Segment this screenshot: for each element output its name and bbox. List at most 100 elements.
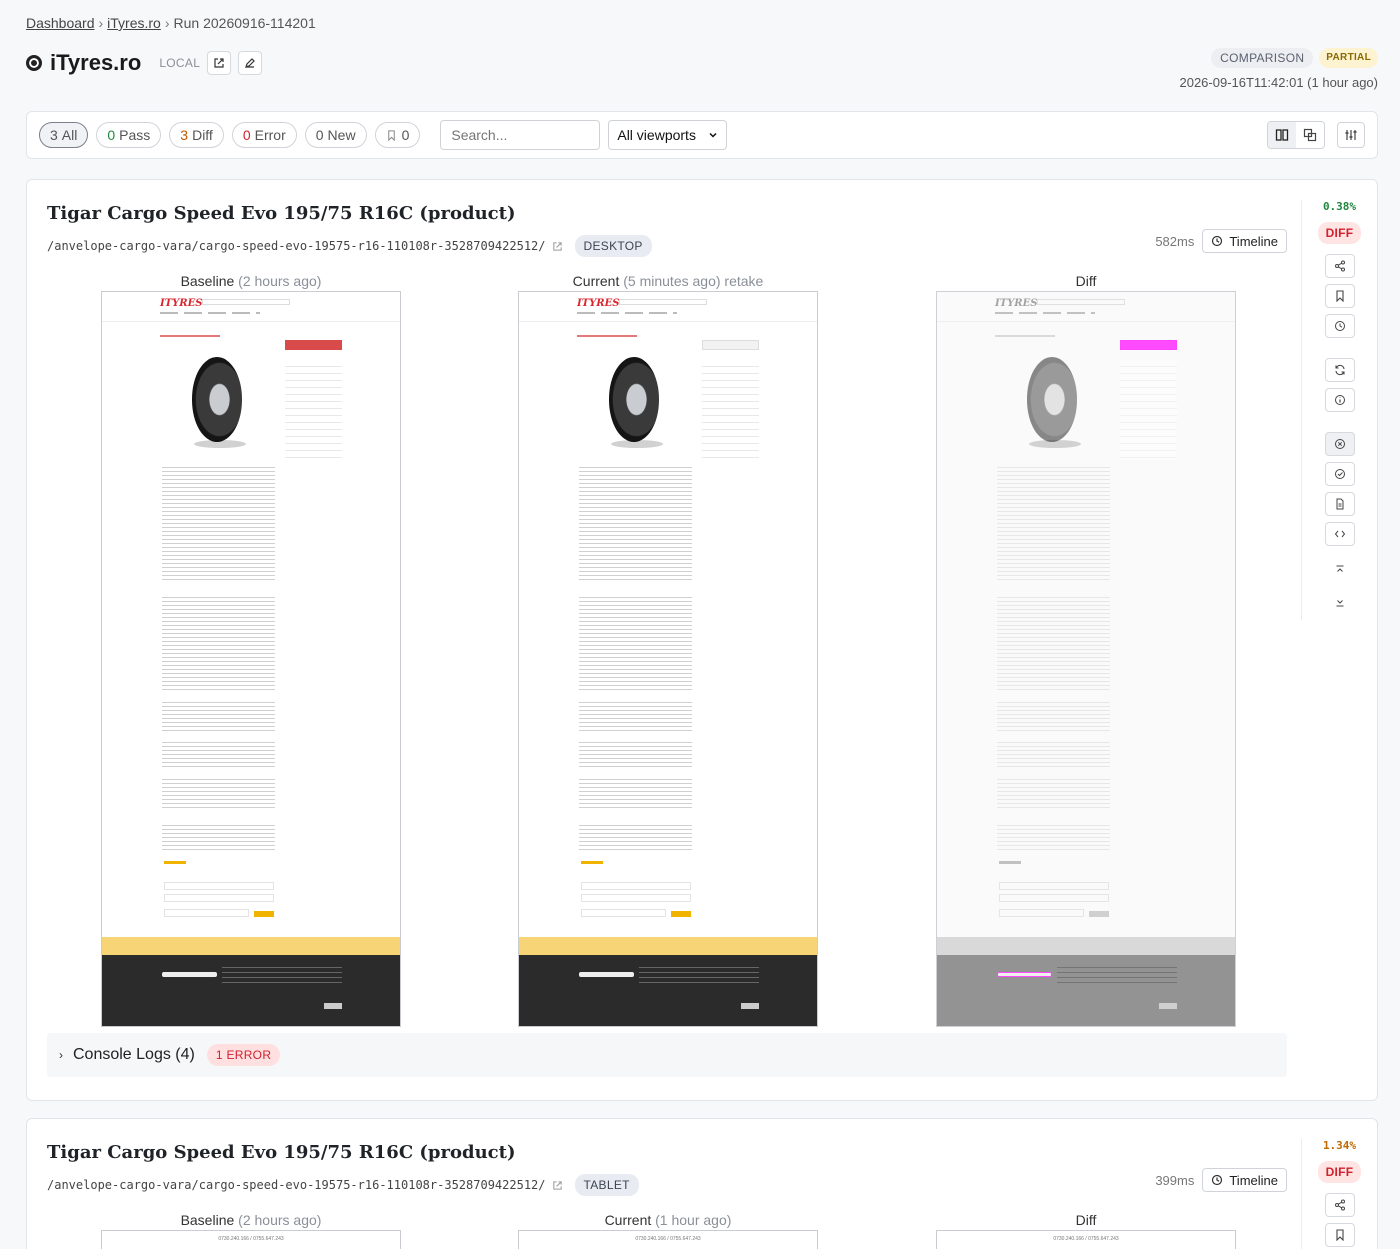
filter-count: 3 xyxy=(50,127,58,143)
info-icon xyxy=(1334,395,1345,405)
mini-tyre-shadow xyxy=(1029,440,1081,448)
mini-tyre-image xyxy=(1027,357,1077,442)
mini-tyre-shadow xyxy=(194,440,246,448)
baseline-screenshot[interactable]: 0730.240.166 / 0755.647.243 xyxy=(101,1230,401,1249)
mini-rating xyxy=(999,861,1021,864)
mini-footer-links xyxy=(1057,967,1177,987)
mini-spec-table xyxy=(702,360,759,460)
mini-add-to-cart xyxy=(1120,340,1177,350)
chevron-right-icon: › xyxy=(59,1048,63,1062)
external-link-icon[interactable] xyxy=(552,1180,563,1191)
diff-screenshot[interactable]: ITYRES xyxy=(936,291,1236,1027)
retake-button[interactable] xyxy=(1324,358,1355,382)
filter-label: Pass xyxy=(119,127,151,143)
viewport-select[interactable]: All viewports xyxy=(608,120,728,150)
breadcrumb-separator: › xyxy=(98,15,104,31)
mini-text-block xyxy=(997,779,1110,809)
duration: 582ms xyxy=(1155,233,1195,249)
edit-site-button[interactable] xyxy=(238,51,263,75)
share-button[interactable] xyxy=(1324,254,1355,278)
scroll-top-button[interactable] xyxy=(1325,558,1355,582)
mini-product-title xyxy=(577,335,637,337)
mini-benefits-bar xyxy=(937,937,1235,955)
filter-new[interactable]: 0 New xyxy=(304,122,367,148)
timeline-button[interactable]: Timeline xyxy=(1202,229,1287,253)
diff-title: Diff xyxy=(1075,273,1097,289)
breadcrumb-site[interactable]: iTyres.ro xyxy=(107,15,161,31)
mini-footer-links xyxy=(222,967,342,987)
mini-submit xyxy=(671,911,691,917)
filter-label: All xyxy=(61,127,78,143)
share-icon xyxy=(1334,1199,1345,1211)
share-button[interactable] xyxy=(1324,1193,1355,1217)
side-by-side-view-button[interactable] xyxy=(1268,122,1296,148)
filter-bookmarked[interactable]: 0 xyxy=(374,122,421,148)
info-button[interactable] xyxy=(1324,388,1355,412)
console-logs-toggle[interactable]: › Console Logs (4) 1 ERROR xyxy=(47,1033,1287,1077)
result-card-desktop: Tigar Cargo Speed Evo 195/75 R16C (produ… xyxy=(26,179,1378,1101)
mini-description xyxy=(579,467,692,582)
share-icon xyxy=(1334,260,1345,272)
mini-nav xyxy=(577,312,677,314)
viewport-select-value: All viewports xyxy=(617,127,696,143)
settings-icon xyxy=(1345,130,1357,140)
history-button[interactable] xyxy=(1324,314,1355,338)
mini-spec-table xyxy=(1120,360,1177,460)
mini-submit xyxy=(254,911,274,917)
filter-all[interactable]: 3 All xyxy=(39,122,89,148)
result-path: /anvelope-cargo-vara/cargo-speed-evo-195… xyxy=(47,1178,546,1192)
mini-header: ITYRES xyxy=(102,292,400,322)
mini-nav xyxy=(160,312,260,314)
history-icon xyxy=(1212,1174,1223,1186)
filter-count: 0 xyxy=(315,127,324,143)
mini-description xyxy=(162,467,275,582)
bookmark-button[interactable] xyxy=(1324,1223,1355,1247)
current-title: Current xyxy=(572,273,620,289)
reject-button[interactable] xyxy=(1324,432,1355,456)
current-screenshot[interactable]: ITYRES xyxy=(518,291,818,1027)
overlay-view-button[interactable] xyxy=(1296,122,1324,148)
mini-tyre-shadow xyxy=(611,440,663,448)
mini-product-title xyxy=(995,335,1055,337)
timeline-button[interactable]: Timeline xyxy=(1202,1168,1287,1192)
approve-button[interactable] xyxy=(1324,462,1355,486)
console-error-badge: 1 ERROR xyxy=(206,1044,281,1066)
open-site-button[interactable] xyxy=(207,51,232,75)
mini-review-field xyxy=(581,882,691,890)
view-source-button[interactable] xyxy=(1324,522,1355,546)
scroll-bottom-icon xyxy=(1336,600,1343,607)
current-screenshot[interactable]: 0730.240.166 / 0755.647.243 xyxy=(518,1230,818,1249)
external-link-icon[interactable] xyxy=(552,241,563,252)
external-link-icon xyxy=(214,58,224,68)
diff-screenshot[interactable]: 0730.240.166 / 0755.647.243 xyxy=(936,1230,1236,1249)
filter-error[interactable]: 0 Error xyxy=(231,122,297,148)
search-input[interactable] xyxy=(440,120,601,150)
mini-payment-logos xyxy=(741,1003,759,1009)
filter-diff[interactable]: 3 Diff xyxy=(169,122,224,148)
baseline-age: (2 hours ago) xyxy=(238,1212,322,1228)
approve-icon xyxy=(1334,469,1345,479)
mini-text-block xyxy=(579,779,692,809)
current-label: Current (5 minutes ago) retake xyxy=(518,273,818,289)
baseline-title: Baseline xyxy=(180,1212,235,1228)
mini-search xyxy=(202,299,290,305)
result-meta: 582ms Timeline xyxy=(1155,229,1287,253)
mini-product-title xyxy=(160,335,220,337)
filter-label: Diff xyxy=(192,127,213,143)
view-html-button[interactable] xyxy=(1324,492,1355,516)
scroll-bottom-button[interactable] xyxy=(1325,590,1355,614)
run-info: COMPARISON PARTIAL 2026-09-16T11:42:01 (… xyxy=(1179,48,1378,90)
scroll-top-icon xyxy=(1336,565,1343,572)
mini-advantages xyxy=(579,597,692,692)
baseline-title: Baseline xyxy=(180,273,235,289)
baseline-screenshot[interactable]: ITYRES xyxy=(101,291,401,1027)
filter-pass[interactable]: 0 Pass xyxy=(96,122,162,148)
status-badge: DIFF xyxy=(1317,1161,1362,1183)
tablet-topbar: 0730.240.166 / 0755.647.243 xyxy=(1053,1236,1119,1242)
mini-rating xyxy=(164,861,186,864)
breadcrumb: Dashboard › iTyres.ro › Run 20260916-114201 xyxy=(26,15,316,31)
breadcrumb-dashboard[interactable]: Dashboard xyxy=(26,15,95,31)
bookmark-button[interactable] xyxy=(1324,284,1355,308)
baseline-label: Baseline (2 hours ago) xyxy=(101,273,401,289)
settings-button[interactable] xyxy=(1337,122,1365,148)
